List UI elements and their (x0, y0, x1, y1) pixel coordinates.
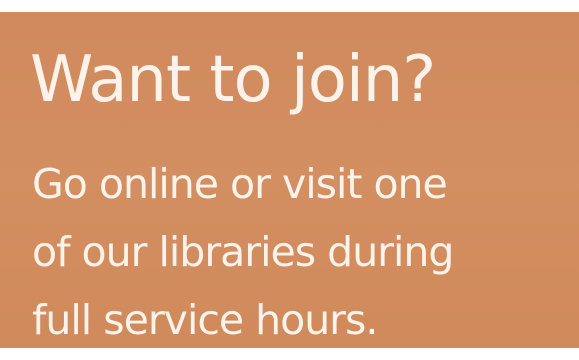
body-text: Go online or visit one of our libraries … (32, 150, 454, 354)
top-border (0, 0, 579, 12)
bottom-border (0, 348, 579, 360)
join-info-panel: Want to join? Go online or visit one of … (0, 12, 579, 348)
body-line-1: Go online or visit one (32, 160, 448, 208)
body-line-3: full service hours. (32, 296, 378, 344)
headline: Want to join? (30, 43, 436, 117)
body-line-2: of our libraries during (32, 228, 454, 276)
